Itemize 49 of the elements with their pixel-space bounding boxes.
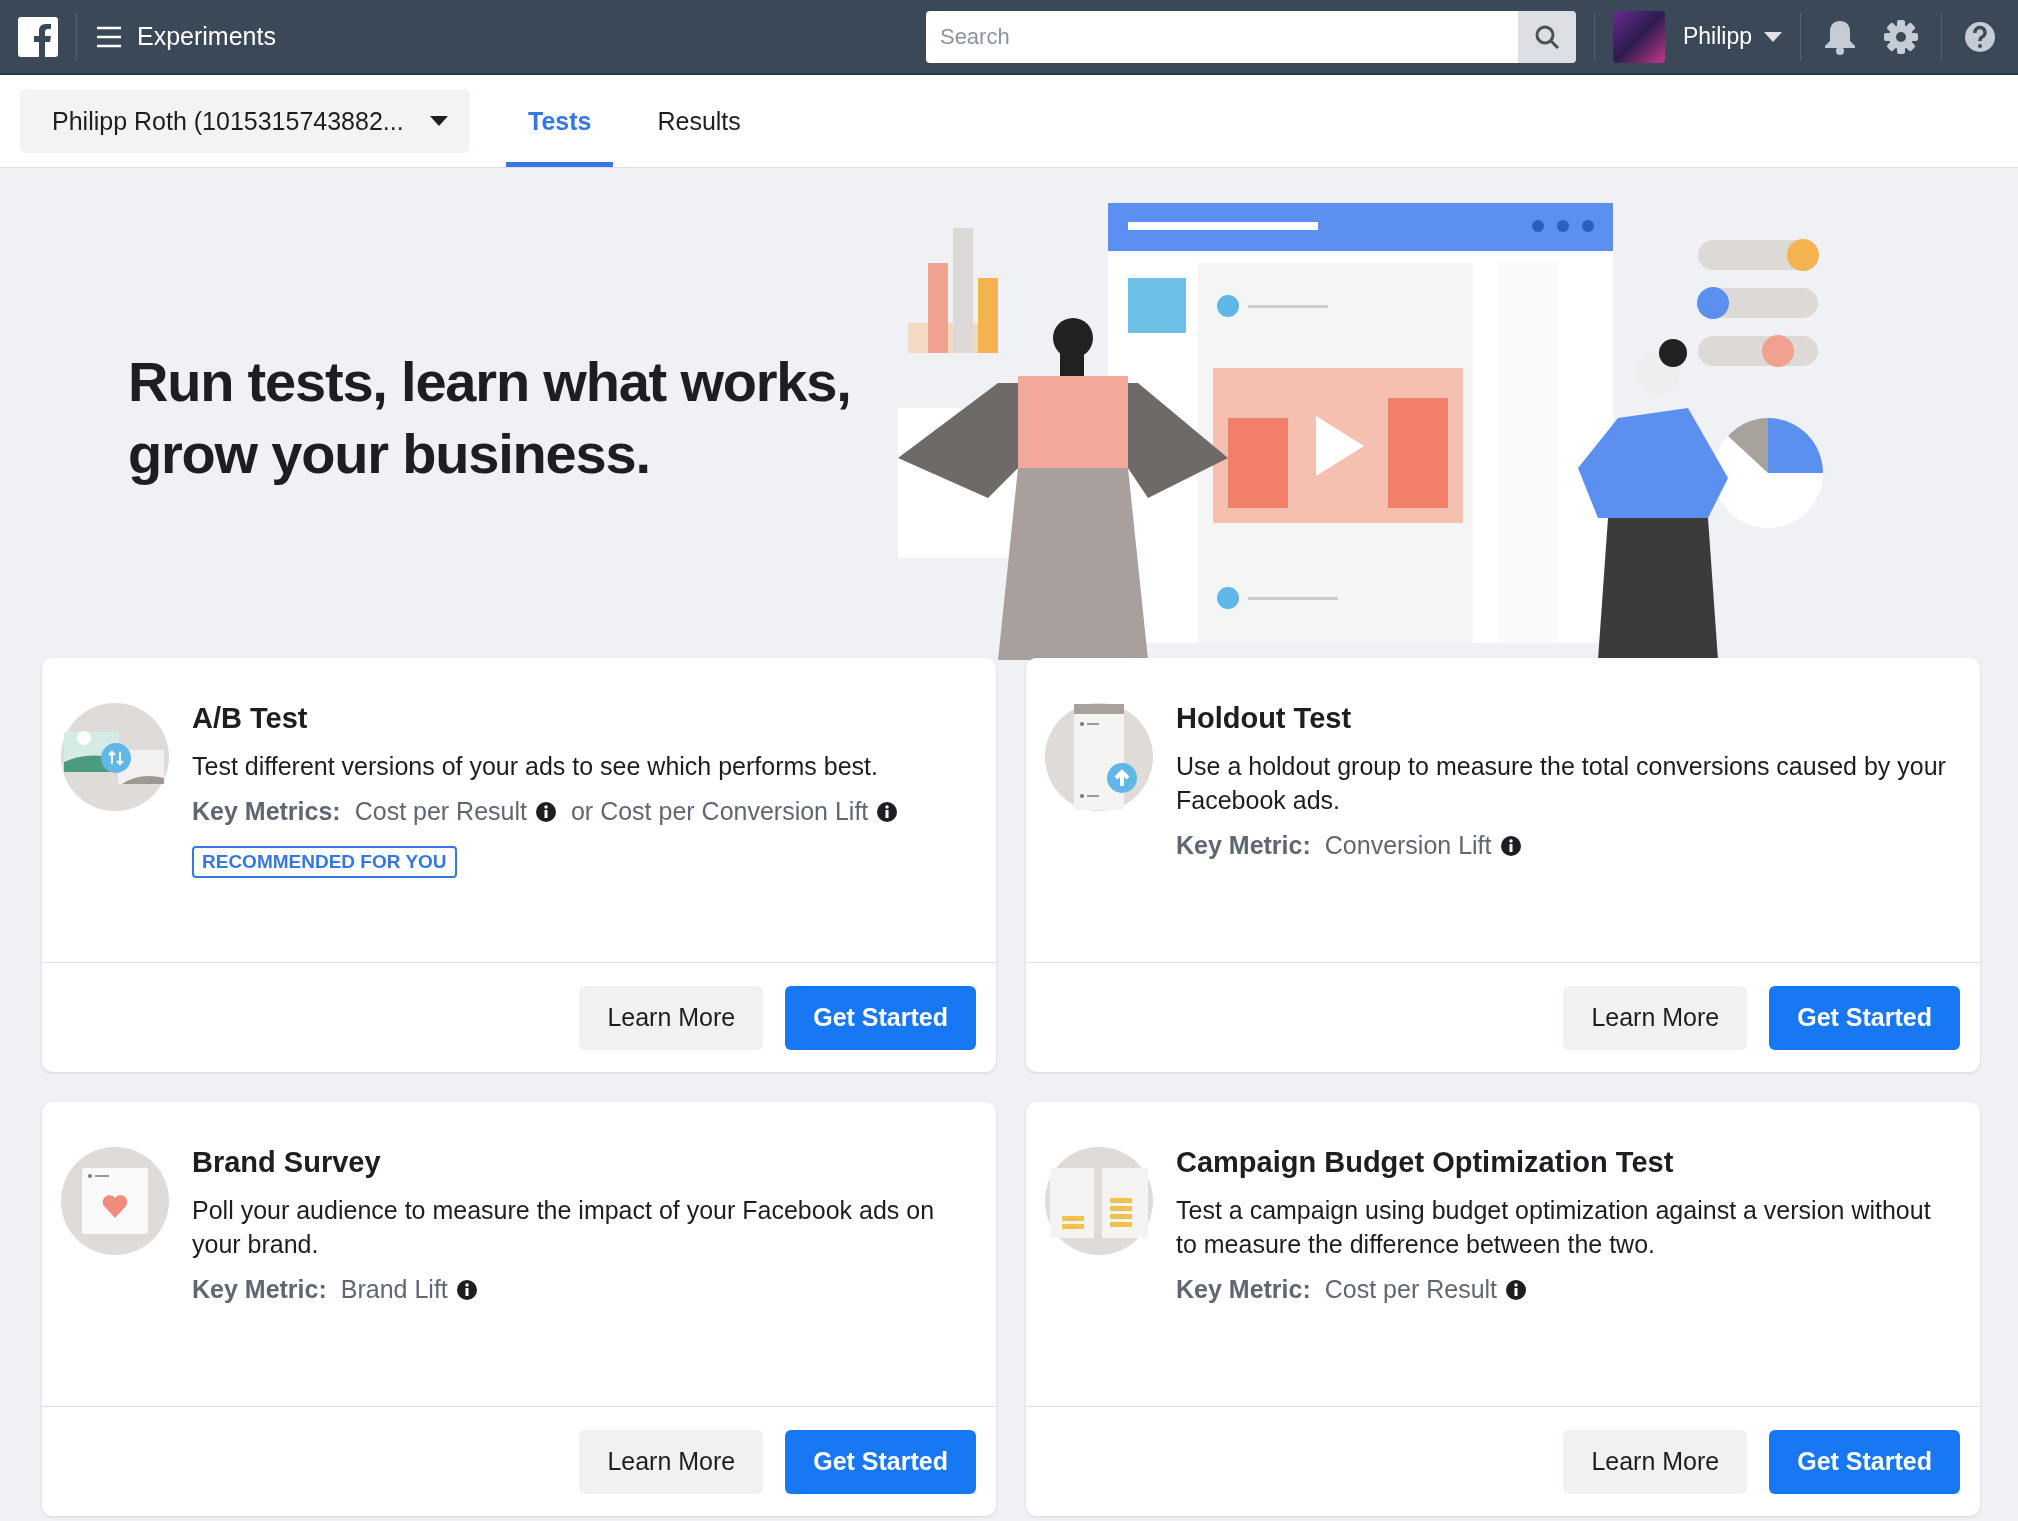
caret-icon bbox=[1764, 31, 1782, 42]
metric-name: Cost per Result bbox=[354, 797, 527, 826]
search-icon bbox=[1533, 23, 1560, 50]
card-title: Campaign Budget Optimization Test bbox=[1176, 1146, 1675, 1179]
learn-more-button[interactable]: Learn More bbox=[579, 985, 764, 1050]
metric-name: Cost per Result bbox=[1324, 1275, 1498, 1304]
tab[interactable]: Results bbox=[635, 75, 763, 167]
search-field[interactable]: Search bbox=[925, 10, 1518, 63]
metric-name: Brand Lift bbox=[340, 1275, 448, 1304]
metric-name: or Cost per Conversion Lift bbox=[570, 797, 869, 826]
info-icon[interactable] bbox=[1499, 834, 1522, 857]
menu-icon[interactable] bbox=[95, 24, 123, 49]
learn-more-button[interactable]: Learn More bbox=[579, 1429, 764, 1494]
info-icon[interactable] bbox=[534, 800, 557, 823]
card-description: Poll your audience to measure the impact of your Facebook ads on your brand. bbox=[192, 1195, 936, 1260]
hero-heading: Run tests, learn what works, grow your business. bbox=[128, 349, 852, 487]
card-description: Use a holdout group to measure the total conversions caused by your Facebook ads. bbox=[1176, 751, 1947, 816]
get-started-button[interactable]: Get Started bbox=[1769, 1429, 1960, 1494]
learn-more-button[interactable]: Learn More bbox=[1563, 985, 1748, 1050]
get-started-button[interactable]: Get Started bbox=[785, 985, 976, 1050]
metric-name: Conversion Lift bbox=[1324, 831, 1492, 860]
account-dropdown[interactable]: Philipp Roth (1015315743882... bbox=[20, 89, 470, 153]
metrics-label: Key Metric: bbox=[1176, 831, 1311, 860]
avatar[interactable] bbox=[1612, 10, 1665, 63]
card-description: Test a campaign using budget optimization against a version without to measure the difference between the two. bbox=[1176, 1195, 1932, 1260]
metrics-label: Key Metric: bbox=[192, 1275, 327, 1304]
card-description: Test different versions of your ads to see which performs best. bbox=[192, 751, 879, 782]
caret-icon bbox=[430, 116, 448, 126]
card-title: Holdout Test bbox=[1176, 702, 1353, 735]
budget-coins-icon bbox=[1044, 1146, 1154, 1256]
info-icon[interactable] bbox=[1505, 1278, 1528, 1301]
get-started-button[interactable]: Get Started bbox=[785, 1429, 976, 1494]
facebook-logo[interactable] bbox=[18, 16, 58, 57]
info-icon[interactable] bbox=[455, 1278, 478, 1301]
search-button[interactable] bbox=[1517, 10, 1576, 63]
card-title: Brand Survey bbox=[192, 1146, 382, 1179]
metrics-label: Key Metric: bbox=[1176, 1275, 1311, 1304]
info-icon[interactable] bbox=[876, 800, 899, 823]
get-started-button[interactable]: Get Started bbox=[1769, 985, 1960, 1050]
learn-more-button[interactable]: Learn More bbox=[1563, 1429, 1748, 1494]
heart-card-icon bbox=[60, 1146, 170, 1256]
image-swap-icon bbox=[60, 702, 170, 812]
card-title: A/B Test bbox=[192, 702, 309, 735]
tab[interactable]: Tests bbox=[506, 75, 614, 167]
user-menu-button[interactable]: Philipp bbox=[1682, 23, 1782, 50]
page-title: Experiments bbox=[137, 22, 276, 51]
phone-upload-icon bbox=[1044, 702, 1154, 812]
metrics-label: Key Metrics: bbox=[192, 797, 341, 826]
recommended-badge: RECOMMENDED FOR YOU bbox=[192, 846, 457, 878]
